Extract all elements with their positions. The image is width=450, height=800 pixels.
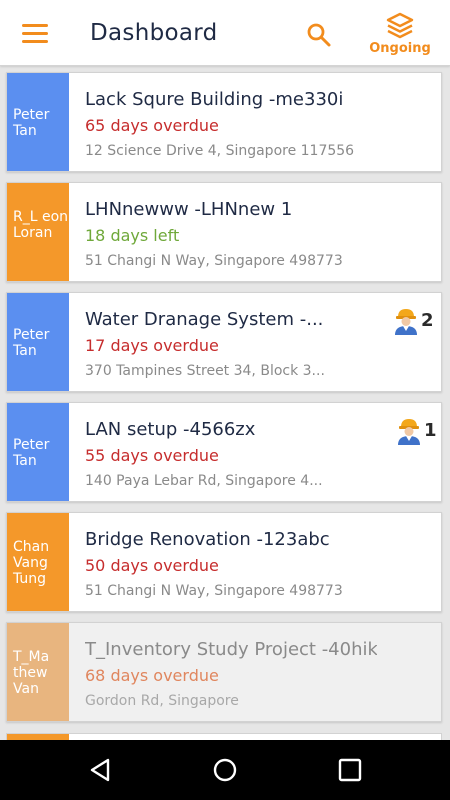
project-title: Bridge Renovation -123abc [85,529,330,550]
ongoing-label: Ongoing [369,41,431,56]
assignee-avatar: T_Ma thew Van [7,623,69,721]
recents-icon[interactable] [336,756,364,784]
back-icon[interactable] [86,756,114,784]
assignee-avatar: Peter Tan [7,73,69,171]
project-title: Lack Squre Building -me330i [85,89,344,110]
project-status: 50 days overdue [85,556,219,575]
project-status: 17 days overdue [85,336,219,355]
search-icon[interactable] [306,22,332,48]
project-status: 18 days left [85,226,180,245]
project-status: 55 days overdue [85,446,219,465]
page-title: Dashboard [90,20,218,46]
project-title: T_Inventory Study Project -40hik [85,639,377,660]
project-title: Water Dranage System -... [85,309,324,330]
project-address: 12 Science Drive 4, Singapore 117556 [85,143,355,159]
ongoing-filter-button[interactable]: Ongoing [362,10,438,58]
worker-icon [395,309,417,335]
project-address: 51 Changi N Way, Singapore 498773 [85,583,343,599]
app-bar: Dashboard Ongoing [0,0,450,66]
project-status: 68 days overdue [85,666,219,685]
worker-icon [398,419,420,445]
project-address: Gordon Rd, Singapore [85,693,239,709]
project-card[interactable]: Peter Tan LAN setup -4566zx 55 days over… [6,402,442,502]
layers-icon [386,12,414,39]
worker-count: 1 [424,420,437,441]
assignee-avatar: Peter Tan [7,293,69,391]
project-address: 140 Paya Lebar Rd, Singapore 4... [85,473,323,489]
menu-icon[interactable] [22,24,48,44]
assignee-avatar: R_L eon Loran [7,183,69,281]
project-card[interactable]: Chan Vang Tung Bridge Renovation -123abc… [6,512,442,612]
worker-count: 2 [421,310,434,331]
system-nav-bar [0,740,450,800]
project-address: 51 Changi N Way, Singapore 498773 [85,253,343,269]
project-card[interactable]: Peter Tan Lack Squre Building -me330i 65… [6,72,442,172]
project-title: LAN setup -4566zx [85,419,256,440]
project-card[interactable]: T_Ma thew Van T_Inventory Study Project … [6,622,442,722]
project-title: LHNnewww -LHNnew 1 [85,199,293,220]
project-card[interactable]: R_L eon Loran LHNnewww -LHNnew 1 18 days… [6,182,442,282]
assignee-avatar: Chan Vang Tung [7,513,69,611]
project-address: 370 Tampines Street 34, Block 3... [85,363,325,379]
assignee-avatar: Peter Tan [7,403,69,501]
project-card[interactable]: Peter Tan Water Dranage System -... 17 d… [6,292,442,392]
project-status: 65 days overdue [85,116,219,135]
home-icon[interactable] [211,756,239,784]
project-list: Peter Tan Lack Squre Building -me330i 65… [6,72,442,732]
